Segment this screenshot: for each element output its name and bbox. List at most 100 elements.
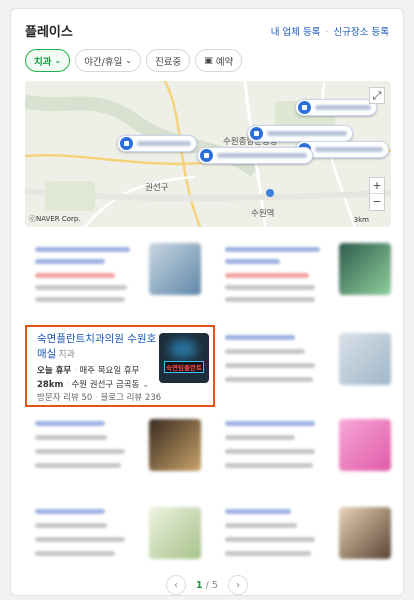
- blurred-text: [225, 363, 315, 368]
- filter-chip-dental[interactable]: 치과 ⌄: [25, 49, 71, 72]
- blurred-text: [35, 537, 125, 542]
- place-name-link[interactable]: 숙면플란트치과의원 수원호매실: [37, 333, 156, 360]
- blurred-text: [35, 421, 105, 426]
- blurred-text: [225, 435, 295, 440]
- map-label-district: 권선구: [145, 183, 169, 193]
- pagination: ‹ 1 / 5 ›: [11, 575, 403, 595]
- filter-chip-label: 예약: [215, 56, 234, 68]
- blurred-text: [35, 285, 127, 290]
- blurred-text: [35, 247, 130, 252]
- map-label-station: 수원역: [251, 209, 275, 219]
- page-separator: /: [202, 579, 212, 591]
- place-address: 수원 권선구 금곡동: [71, 380, 140, 390]
- zoom-in-button[interactable]: +: [370, 178, 384, 193]
- featured-place-item[interactable]: 숙면플란트치과의원 수원호매실 지과 오늘 휴무 · 매주 목요일 휴무 28km…: [25, 325, 215, 407]
- next-page-button[interactable]: ›: [227, 575, 248, 595]
- place-thumbnail: [339, 243, 391, 295]
- map-pin[interactable]: [247, 125, 353, 142]
- blurred-text: [35, 509, 105, 514]
- pin-label-blurred: [137, 141, 191, 146]
- pin-label-blurred: [217, 153, 307, 158]
- blurred-text: [225, 537, 315, 542]
- filter-chip-label: 야간/휴일: [84, 56, 123, 68]
- map-pin[interactable]: [117, 135, 197, 152]
- total-pages: 5: [211, 579, 218, 591]
- blurred-text: [225, 247, 320, 252]
- place-name-line: 숙면플란트치과의원 수원호매실 지과: [37, 332, 157, 363]
- place-category: 지과: [58, 350, 75, 360]
- blurred-text: [35, 297, 125, 302]
- panel-title: 플레이스: [25, 25, 73, 40]
- list-item[interactable]: [215, 235, 395, 315]
- place-thumbnail: [149, 243, 201, 295]
- blurred-text: [35, 551, 115, 556]
- list-item[interactable]: [25, 235, 205, 315]
- blurred-text: [225, 551, 311, 556]
- register-business-link[interactable]: 내 업체 등록: [271, 27, 321, 38]
- place-distance: 28km: [37, 380, 64, 390]
- blurred-text: [225, 285, 315, 290]
- blurred-text: [225, 377, 313, 382]
- blurred-text: [35, 435, 107, 440]
- zoom-out-button[interactable]: −: [370, 193, 384, 209]
- map-attribution: ⓒNAVER Corp.: [29, 215, 81, 223]
- map-expand-button[interactable]: ⤢: [369, 87, 385, 104]
- chevron-down-icon: ⌄: [54, 56, 62, 65]
- blurred-text: [225, 259, 280, 264]
- blurred-text: [35, 463, 121, 468]
- place-hours: 오늘 휴무 · 매주 목요일 휴무: [37, 366, 140, 376]
- place-thumbnail: [339, 333, 391, 385]
- header-links: 내 업체 등록 · 신규장소 등록: [271, 24, 389, 38]
- visitor-review-count[interactable]: 방문자 리뷰 50: [37, 393, 92, 403]
- blurred-text: [35, 259, 105, 264]
- blog-review-count[interactable]: 블로그 리뷰 236: [100, 393, 161, 403]
- blurred-text: [225, 349, 305, 354]
- list-item[interactable]: [215, 411, 395, 491]
- link-separator: ·: [325, 27, 329, 38]
- filter-chip-open-now[interactable]: 진료중: [146, 49, 191, 72]
- calendar-icon: ▣: [204, 55, 213, 66]
- list-item[interactable]: [25, 499, 205, 579]
- pin-label-blurred: [315, 105, 371, 110]
- filter-chip-label: 진료중: [155, 56, 182, 68]
- blurred-text: [225, 297, 315, 302]
- places-panel: 플레이스 내 업체 등록 · 신규장소 등록 치과 ⌄ 야간/휴일 ⌄ 진료중 …: [10, 8, 404, 596]
- list-item[interactable]: [25, 411, 205, 491]
- filter-chip-label: 치과: [34, 56, 52, 68]
- map-marker-icon: [120, 137, 133, 150]
- place-thumbnail: [339, 419, 391, 471]
- blurred-text: [225, 523, 297, 528]
- hours-status: 오늘 휴무: [37, 366, 72, 376]
- blurred-text: [225, 449, 315, 454]
- chevron-down-icon[interactable]: ⌄: [142, 380, 149, 390]
- filter-chip-night-holiday[interactable]: 야간/휴일 ⌄: [75, 49, 142, 72]
- chevron-down-icon: ⌄: [125, 56, 133, 65]
- blurred-text: [225, 335, 295, 340]
- blurred-text: [225, 463, 313, 468]
- map-marker-icon: [298, 101, 311, 114]
- map-marker-icon: [250, 127, 263, 140]
- filter-chip-reservation[interactable]: ▣ 예약: [195, 49, 243, 72]
- prev-page-button[interactable]: ‹: [166, 575, 187, 595]
- blurred-text: [35, 273, 115, 278]
- blurred-text: [225, 273, 309, 278]
- list-item[interactable]: [215, 325, 395, 405]
- filter-chips: 치과 ⌄ 야간/휴일 ⌄ 진료중 ▣ 예약: [25, 49, 243, 73]
- pin-label-blurred: [267, 131, 347, 136]
- place-thumbnail[interactable]: 숙면임플란트: [159, 333, 209, 383]
- map-pin[interactable]: [295, 99, 377, 116]
- map-view[interactable]: 수원종합운동장 권선구 수원역 ⤢ + − ⓒNAVER Corp. 3km: [25, 81, 391, 227]
- blurred-text: [225, 509, 291, 514]
- hours-detail: 매주 목요일 휴무: [79, 366, 140, 376]
- blurred-text: [35, 523, 107, 528]
- thumbnail-caption: 숙면임플란트: [164, 361, 204, 373]
- map-pin[interactable]: [197, 147, 313, 164]
- map-marker-icon: [200, 149, 213, 162]
- place-thumbnail: [149, 507, 201, 559]
- register-new-place-link[interactable]: 신규장소 등록: [334, 27, 389, 38]
- map-scale: 3km: [353, 216, 369, 224]
- blurred-text: [35, 449, 125, 454]
- map-zoom-control: + −: [369, 177, 385, 211]
- blurred-text: [225, 421, 315, 426]
- list-item[interactable]: [215, 499, 395, 579]
